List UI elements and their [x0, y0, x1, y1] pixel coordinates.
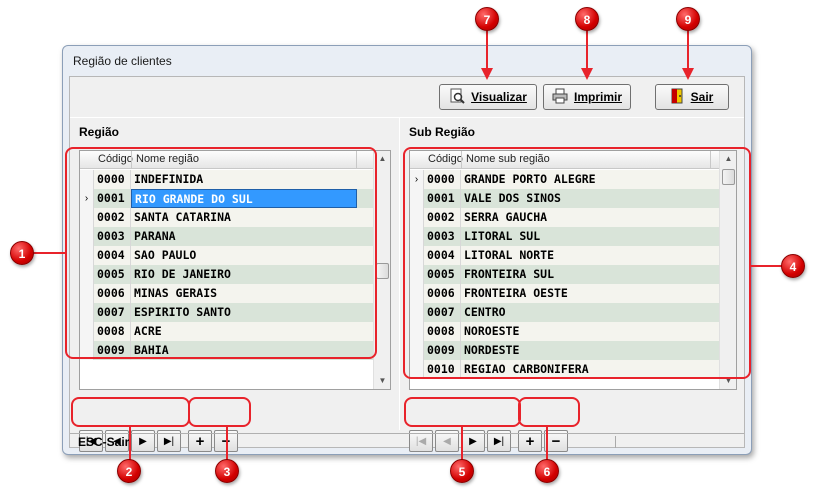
visualizar-button[interactable]: Visualizar	[439, 84, 537, 110]
window-title: Região de clientes	[73, 54, 172, 68]
annotation-frame-2	[71, 397, 190, 427]
annotation-arrow-icon	[682, 68, 694, 80]
annotation-frame-1	[65, 147, 377, 359]
annotation-leader	[461, 427, 463, 460]
annotation-leader	[546, 427, 548, 460]
status-text: ESC-Sair	[78, 435, 130, 449]
annotation-badge-6: 6	[535, 459, 559, 483]
annotation-arrow-icon	[481, 68, 493, 80]
scroll-thumb[interactable]	[376, 263, 389, 279]
annotation-leader	[486, 30, 488, 70]
annotation-badge-2: 2	[117, 459, 141, 483]
annotation-badge-9: 9	[676, 7, 700, 31]
scroll-down-arrow-icon[interactable]: ▼	[374, 373, 390, 389]
visualizar-label: Visualizar	[471, 90, 527, 104]
sair-button[interactable]: Sair	[655, 84, 729, 110]
imprimir-button[interactable]: Imprimir	[543, 84, 631, 110]
panel-separator	[399, 118, 400, 430]
annotation-arrow-icon	[581, 68, 593, 80]
annotation-leader	[586, 30, 588, 70]
annotation-badge-1: 1	[10, 241, 34, 265]
annotation-leader	[750, 265, 785, 267]
preview-icon	[449, 88, 465, 107]
printer-icon	[552, 88, 568, 107]
annotation-leader	[33, 252, 66, 254]
annotation-leader	[687, 30, 689, 70]
toolbar-separator	[70, 117, 744, 118]
annotation-badge-3: 3	[215, 459, 239, 483]
annotation-badge-5: 5	[450, 459, 474, 483]
annotation-frame-4	[403, 147, 751, 379]
annotation-leader	[226, 427, 228, 460]
annotation-badge-8: 8	[575, 7, 599, 31]
annotation-frame-6	[518, 397, 580, 427]
annotation-frame-3	[188, 397, 251, 427]
exit-door-icon	[671, 88, 685, 107]
imprimir-label: Imprimir	[573, 90, 622, 104]
regiao-label: Região	[79, 125, 120, 139]
status-bar: ESC-Sair	[70, 433, 744, 449]
annotation-leader	[129, 427, 131, 460]
annotation-badge-4: 4	[781, 254, 805, 278]
annotation-badge-7: 7	[475, 7, 499, 31]
annotation-frame-5	[404, 397, 521, 427]
subregiao-label: Sub Região	[409, 125, 476, 139]
sair-label: Sair	[690, 90, 714, 104]
